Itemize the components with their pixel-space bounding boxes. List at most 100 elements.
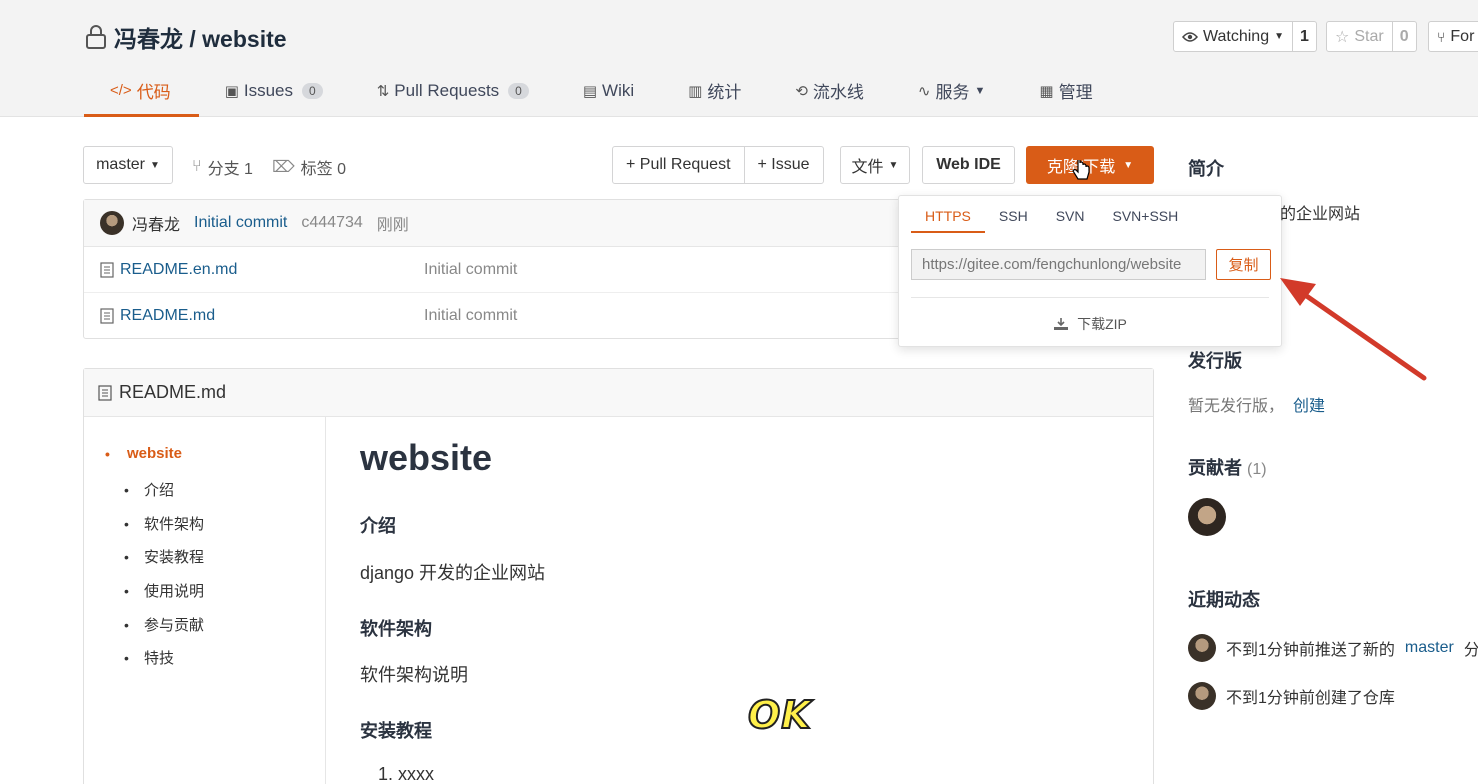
toc-item[interactable]: 介绍 — [124, 479, 174, 500]
create-release-link[interactable]: 创建 — [1293, 392, 1325, 416]
download-zip-button[interactable]: 下载ZIP — [899, 314, 1281, 334]
activity-heading: 近期动态 — [1188, 590, 1260, 610]
file-icon — [100, 261, 114, 278]
file-commit-message[interactable]: Initial commit — [424, 307, 517, 325]
pipeline-icon: ⟲ — [795, 82, 808, 100]
protocol-tabs: HTTPS SSH SVN SVN+SSH — [911, 196, 1192, 233]
tab-manage[interactable]: ▦ 管理 — [1013, 64, 1120, 117]
tags-count: 标签 0 — [300, 161, 346, 178]
fork-label: For — [1450, 27, 1475, 45]
star-count[interactable]: 0 — [1391, 22, 1416, 51]
watching-button[interactable]: Watching ▼ 1 — [1173, 21, 1317, 52]
toc-item[interactable]: 特技 — [124, 647, 174, 668]
activity-text-suffix: 分 — [1463, 642, 1478, 659]
tab-svn[interactable]: SVN — [1042, 196, 1099, 233]
star-label: Star — [1354, 27, 1384, 45]
new-pull-request-button[interactable]: + Pull Request — [613, 147, 744, 183]
tab-pipeline[interactable]: ⟲ 流水线 — [769, 64, 892, 117]
commit-time: 刚刚 — [376, 217, 409, 234]
branch-select[interactable]: master ▼ — [83, 146, 173, 184]
tab-label: 代码 — [136, 83, 171, 102]
caret-down-icon: ▼ — [888, 159, 899, 171]
commit-message[interactable]: Initial commit — [194, 214, 287, 232]
pull-request-icon: ⇅ — [376, 82, 390, 100]
toc-item[interactable]: 参与贡献 — [124, 614, 204, 635]
lock-icon — [86, 25, 106, 49]
readme-heading: website — [360, 437, 493, 478]
tags-link[interactable]: ⌦ 标签 0 — [272, 155, 346, 179]
intro-heading: 简介 — [1188, 159, 1224, 179]
avatar[interactable] — [100, 211, 124, 235]
tab-code[interactable]: </> 代码 — [84, 64, 199, 117]
tab-label: 流水线 — [812, 83, 864, 102]
contributors-count: (1) — [1247, 461, 1267, 478]
branch-icon: ⑂ — [192, 158, 202, 175]
tab-label: 管理 — [1058, 83, 1093, 102]
download-zip-label: 下载ZIP — [1077, 316, 1127, 332]
caret-down-icon: ▼ — [1274, 31, 1285, 42]
release-text: 暂无发行版， — [1188, 398, 1285, 415]
toc-item[interactable]: 使用说明 — [124, 580, 204, 601]
wiki-icon: ▤ — [582, 82, 598, 100]
avatar[interactable] — [1188, 682, 1216, 710]
repo-name[interactable]: 冯春龙 / website — [114, 20, 287, 54]
code-icon: </> — [110, 82, 132, 99]
avatar[interactable] — [1188, 634, 1216, 662]
star-button[interactable]: ☆ Star 0 — [1326, 21, 1417, 52]
toc-item-website[interactable]: website — [105, 445, 182, 462]
toc-item[interactable]: 软件架构 — [124, 513, 204, 534]
tab-wiki[interactable]: ▤ Wiki — [557, 64, 662, 117]
clone-url-field[interactable]: https://gitee.com/fengchunlong/website — [911, 249, 1206, 280]
hand-cursor-icon — [1072, 160, 1090, 180]
fork-button[interactable]: ⑂ For — [1428, 21, 1478, 52]
chart-icon: ▥ — [688, 82, 703, 100]
tab-pull-requests[interactable]: ⇅ Pull Requests 0 — [351, 64, 557, 117]
new-issue-button[interactable]: + Issue — [743, 147, 823, 183]
contributor-avatar[interactable] — [1188, 498, 1226, 536]
readme-toc: website 介绍 软件架构 安装教程 使用说明 参与贡献 特技 — [84, 417, 326, 784]
tab-label: Wiki — [602, 80, 635, 100]
tab-label: Issues — [243, 80, 294, 100]
file-commit-message[interactable]: Initial commit — [424, 261, 517, 279]
tag-icon: ⌦ — [272, 159, 295, 176]
tab-label: Pull Requests — [394, 80, 500, 100]
tab-services[interactable]: ∿ 服务 ▼ — [892, 64, 1013, 117]
web-ide-button[interactable]: Web IDE — [922, 146, 1015, 184]
list-item: 1. xxxx — [378, 764, 435, 784]
intro-text: 的企业网站 — [1280, 206, 1361, 223]
repo-header: 冯春龙 / website Watching ▼ 1 ☆ Star 0 ⑂ Fo… — [0, 0, 1478, 117]
tab-svn-ssh[interactable]: SVN+SSH — [1098, 196, 1192, 233]
toc-item[interactable]: 安装教程 — [124, 546, 204, 567]
issues-count-badge: 0 — [302, 82, 323, 99]
file-name[interactable]: README.en.md — [120, 261, 237, 279]
eye-icon — [1182, 31, 1198, 42]
tab-issues[interactable]: ▣ Issues 0 — [199, 64, 351, 117]
section-heading: 安装教程 — [360, 721, 432, 741]
readme-title: README.md — [119, 382, 227, 402]
contributors-heading: 贡献者 (1) — [1188, 454, 1267, 480]
tab-stats[interactable]: ▥ 统计 — [662, 64, 769, 117]
file-menu-button[interactable]: 文件 ▼ — [840, 146, 910, 184]
file-name[interactable]: README.md — [120, 307, 215, 325]
commit-author[interactable]: 冯春龙 — [132, 211, 180, 235]
new-actions-group: + Pull Request + Issue — [612, 146, 824, 184]
branches-count: 分支 1 — [207, 161, 253, 178]
repo-title: 冯春龙 / website — [84, 20, 287, 54]
tab-https[interactable]: HTTPS — [911, 196, 985, 233]
pr-count-badge: 0 — [508, 82, 529, 99]
commit-hash[interactable]: c444734 — [301, 214, 362, 232]
copy-button[interactable]: 复制 — [1216, 249, 1271, 280]
section-heading: 软件架构 — [360, 619, 432, 639]
activity-text: 不到1分钟前推送了新的 — [1226, 642, 1395, 659]
release-heading: 发行版 — [1188, 351, 1242, 371]
contributors-title: 贡献者 — [1188, 458, 1242, 478]
pulse-icon: ∿ — [917, 82, 931, 100]
star-icon: ☆ — [1335, 28, 1350, 46]
watching-label: Watching — [1203, 27, 1270, 45]
tab-ssh[interactable]: SSH — [985, 196, 1042, 233]
branch-link[interactable]: master — [1405, 639, 1454, 657]
branches-link[interactable]: ⑂ 分支 1 — [192, 155, 253, 179]
fork-icon: ⑂ — [1437, 28, 1446, 45]
caret-down-icon: ▼ — [150, 159, 160, 171]
watching-count[interactable]: 1 — [1292, 22, 1316, 51]
